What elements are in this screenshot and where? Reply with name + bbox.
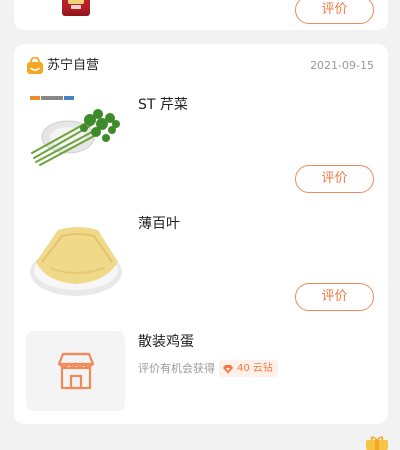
- order-card: 苏宁自营 2021-09-15 ST 芹菜 评价 薄百叶 评价 散装鸡蛋 评价有…: [14, 44, 388, 450]
- product-name[interactable]: ST 芹菜: [138, 95, 188, 115]
- review-reward-hint: 评价有机会获得: [138, 362, 215, 375]
- product-image-placeholder[interactable]: [26, 331, 125, 411]
- previous-order-card: 评价: [14, 0, 388, 30]
- product-name[interactable]: 散装鸡蛋: [138, 332, 194, 352]
- celery-product-image[interactable]: [28, 92, 124, 172]
- store-name: 苏宁自营: [47, 58, 100, 73]
- review-button[interactable]: 评价: [295, 165, 374, 193]
- review-button[interactable]: 评价: [295, 283, 374, 311]
- diamond-icon: [223, 364, 233, 373]
- review-button[interactable]: 评价: [295, 0, 374, 24]
- order-date: 2021-09-15: [310, 59, 374, 72]
- tofu-skin-product-image[interactable]: [28, 218, 124, 304]
- reward-badge: 40 云钻: [219, 360, 278, 377]
- reward-amount: 40 云钻: [237, 363, 273, 374]
- previous-product-image: [62, 0, 90, 16]
- store-placeholder-icon: [57, 352, 95, 390]
- product-name[interactable]: 薄百叶: [138, 214, 180, 234]
- gift-icon[interactable]: [364, 436, 390, 450]
- shopping-basket-icon: [27, 57, 43, 74]
